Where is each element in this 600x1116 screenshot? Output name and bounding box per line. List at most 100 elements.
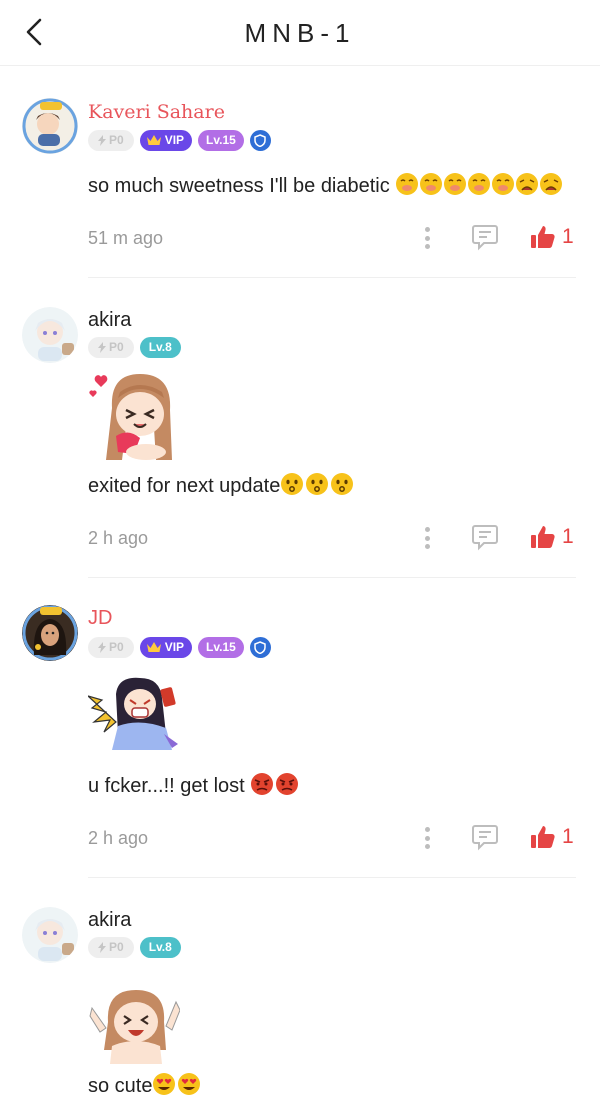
avatar[interactable] xyxy=(22,605,78,661)
emoji-group xyxy=(280,472,354,503)
dot xyxy=(424,827,430,832)
level-badge: Lv.8 xyxy=(139,336,181,358)
timestamp: 51 m ago xyxy=(88,228,164,248)
weary-emoji-icon xyxy=(540,173,563,195)
weary-emoji-icon xyxy=(516,173,539,195)
emoji-group xyxy=(250,772,300,803)
comment-text: exited for next update xyxy=(88,472,354,503)
avatar[interactable] xyxy=(22,98,78,154)
avatar[interactable] xyxy=(22,907,78,963)
more-options-button[interactable] xyxy=(418,224,436,252)
kissing-emoji-icon xyxy=(306,473,329,495)
points-badge: P0 xyxy=(88,636,134,658)
smirk-emoji-icon xyxy=(492,173,515,195)
points-badge: P0 xyxy=(88,129,134,151)
reply-button[interactable] xyxy=(470,522,500,552)
emoji-group xyxy=(152,1072,202,1103)
points-label: P0 xyxy=(109,640,124,654)
reply-icon xyxy=(472,525,498,551)
comment-body: exited for next update xyxy=(88,475,281,497)
emoji-group xyxy=(395,172,563,203)
sticker-image xyxy=(88,368,180,467)
points-label: P0 xyxy=(109,340,124,354)
points-badge: P0 xyxy=(88,936,134,958)
smirk-emoji-icon xyxy=(468,173,491,195)
timestamp: 2 h ago xyxy=(88,528,149,548)
like-button[interactable]: 1 xyxy=(530,222,574,252)
dot xyxy=(424,244,430,249)
lightning-icon xyxy=(98,641,106,653)
dot xyxy=(424,527,430,532)
lightning-icon xyxy=(98,134,106,146)
points-label: P0 xyxy=(109,940,124,954)
more-options-button[interactable] xyxy=(418,824,436,852)
kissing-emoji-icon xyxy=(281,473,304,495)
lightning-icon xyxy=(98,941,106,953)
timestamp: 2 h ago xyxy=(88,828,149,848)
top-bar: MNB-1 xyxy=(0,0,600,66)
user-badges: P0 Lv.8 xyxy=(88,936,181,958)
comment-body: so cute xyxy=(88,1075,153,1097)
like-button[interactable]: 1 xyxy=(530,522,574,552)
smirk-emoji-icon xyxy=(420,173,443,195)
level-badge: Lv.8 xyxy=(139,936,181,958)
comment-text: so much sweetness I'll be diabetic xyxy=(88,172,563,203)
more-options-button[interactable] xyxy=(418,524,436,552)
dot xyxy=(424,535,430,541)
sticker-image xyxy=(88,988,181,1069)
heart-eyes-emoji-icon xyxy=(178,1073,201,1095)
shield-badge-icon xyxy=(249,129,271,151)
sticker-image xyxy=(87,674,180,759)
like-count: 1 xyxy=(562,525,574,548)
like-count: 1 xyxy=(562,225,574,248)
username[interactable]: akira xyxy=(88,908,131,932)
comment-text: so cute xyxy=(88,1072,202,1103)
kissing-emoji-icon xyxy=(331,473,354,495)
level-badge: Lv.15 xyxy=(198,636,244,658)
reply-button[interactable] xyxy=(470,822,500,852)
comment-body: u fcker...!! get lost xyxy=(88,775,245,797)
dot xyxy=(424,844,430,849)
reply-icon xyxy=(472,825,498,851)
points-label: P0 xyxy=(109,133,124,147)
crown-icon xyxy=(146,135,161,145)
page-title: MNB-1 xyxy=(244,18,356,48)
points-badge: P0 xyxy=(88,336,134,358)
angry-face-icon xyxy=(251,773,274,795)
avatar[interactable] xyxy=(22,307,78,363)
like-count: 1 xyxy=(562,825,574,848)
username[interactable]: akira xyxy=(88,308,131,332)
reply-icon xyxy=(472,225,498,251)
username[interactable]: JD xyxy=(88,606,112,630)
thumbs-up-icon xyxy=(531,226,555,248)
divider xyxy=(88,877,576,878)
dot xyxy=(424,227,430,232)
level-badge: Lv.15 xyxy=(198,129,244,151)
thumbs-up-icon xyxy=(531,526,555,548)
user-badges: P0 VIP Lv.15 xyxy=(88,129,271,151)
username[interactable]: Kaveri Sahare xyxy=(88,100,225,124)
dot xyxy=(424,235,430,241)
vip-badge: VIP xyxy=(139,636,193,658)
divider xyxy=(88,577,576,578)
heart-eyes-emoji-icon xyxy=(153,1073,176,1095)
comments-screen: MNB-1 Kaveri Sahare P0 VIP Lv.15 so much… xyxy=(0,0,600,1116)
dot xyxy=(424,835,430,841)
smirk-emoji-icon xyxy=(444,173,467,195)
user-badges: P0 Lv.8 xyxy=(88,336,181,358)
shield-badge-icon xyxy=(249,636,271,658)
comment-text: u fcker...!! get lost xyxy=(88,772,300,803)
divider xyxy=(88,277,576,278)
like-button[interactable]: 1 xyxy=(530,822,574,852)
reply-button[interactable] xyxy=(470,222,500,252)
vip-label: VIP xyxy=(164,640,185,654)
crown-icon xyxy=(146,642,161,652)
thumbs-up-icon xyxy=(531,826,555,848)
vip-badge: VIP xyxy=(139,129,193,151)
dot xyxy=(424,544,430,549)
user-badges: P0 VIP Lv.15 xyxy=(88,636,271,658)
lightning-icon xyxy=(98,341,106,353)
angry-face-icon xyxy=(276,773,299,795)
smirk-emoji-icon xyxy=(396,173,419,195)
comment-body: so much sweetness I'll be diabetic xyxy=(88,175,390,197)
